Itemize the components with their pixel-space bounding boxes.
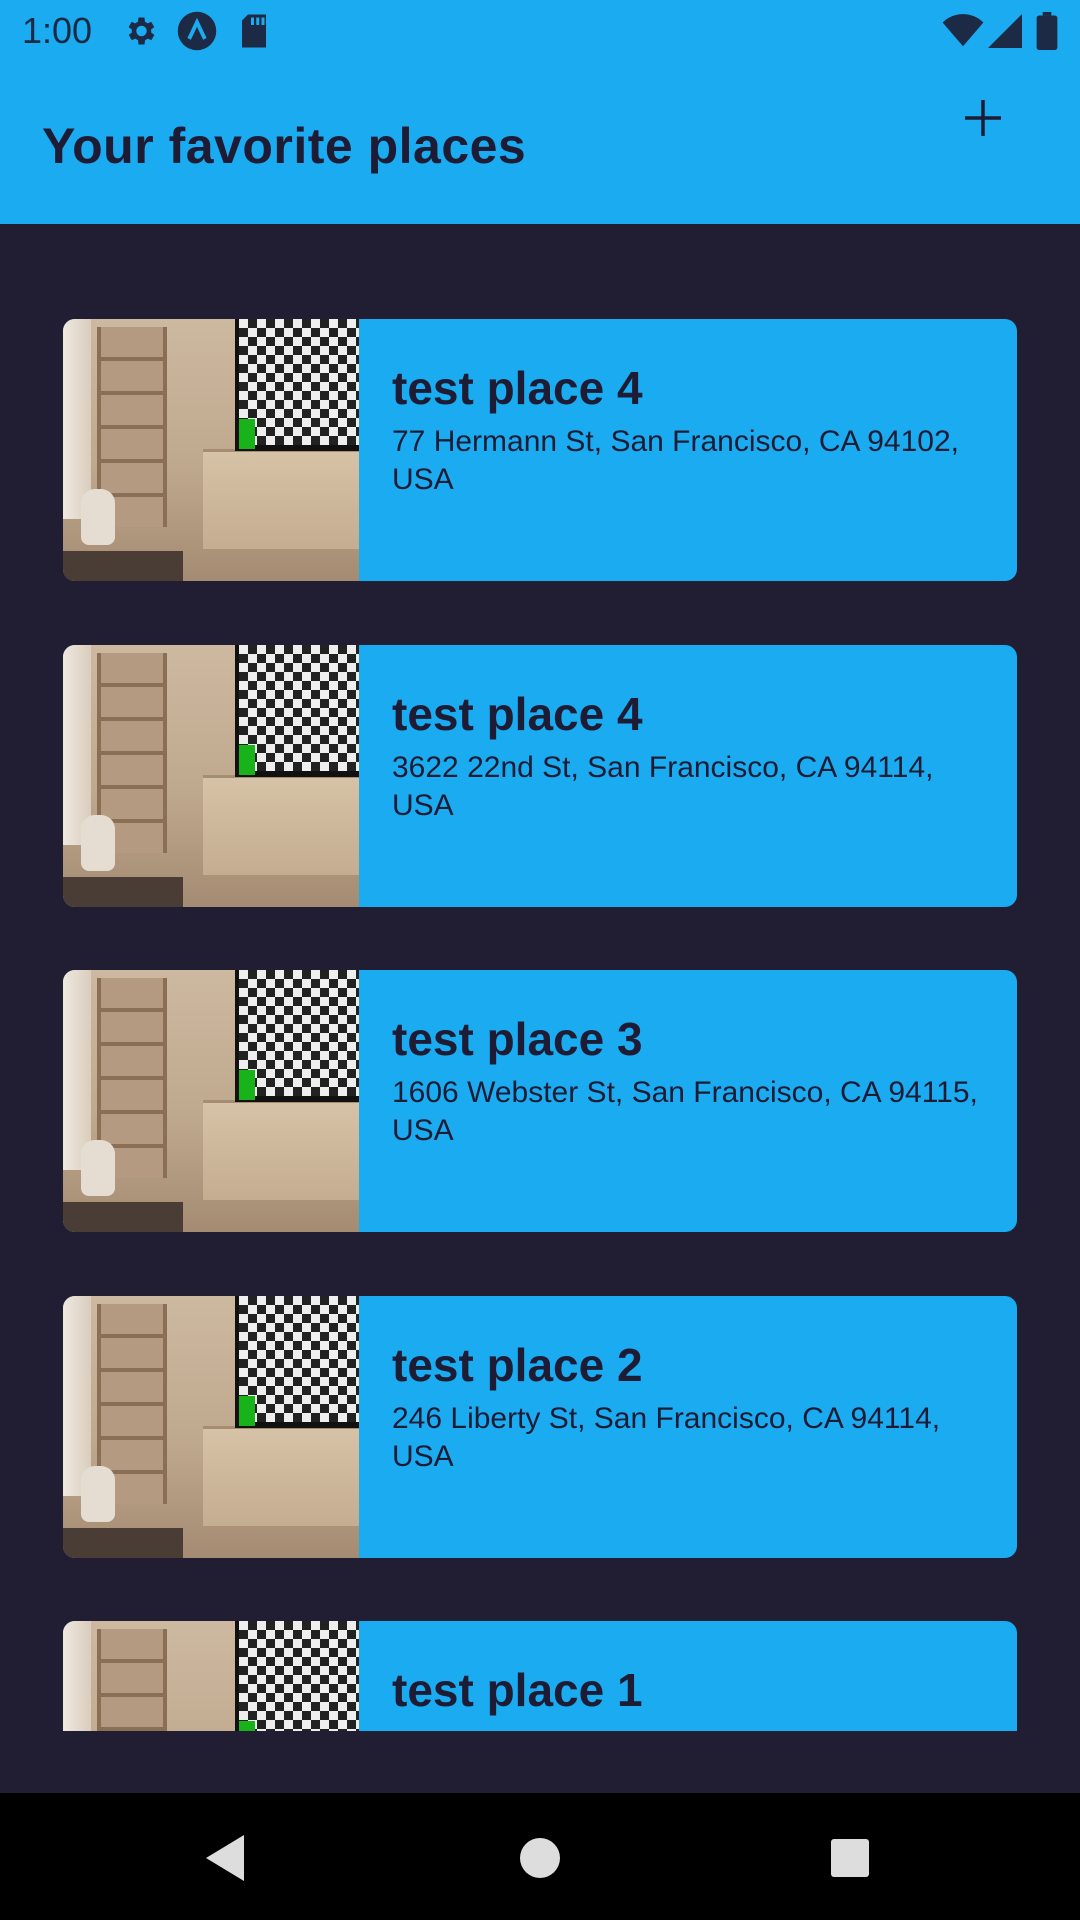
- home-button[interactable]: [505, 1823, 575, 1893]
- gear-icon: [122, 13, 158, 54]
- place-address: 246 Liberty St, San Francisco, CA 94114,…: [392, 1402, 941, 1473]
- plus-icon: [963, 98, 1003, 143]
- places-list[interactable]: test place 4 77 Hermann St, San Francisc…: [0, 224, 1080, 1731]
- place-card[interactable]: test place 1: [63, 1621, 1017, 1731]
- battery-icon: [1036, 12, 1058, 55]
- place-card[interactable]: test place 4 77 Hermann St, San Francisc…: [63, 319, 1017, 581]
- status-time: 1:00: [22, 10, 93, 51]
- status-bar: 1:00: [0, 0, 1080, 63]
- place-card[interactable]: test place 2 246 Liberty St, San Francis…: [63, 1296, 1017, 1558]
- place-address: 77 Hermann St, San Francisco, CA 94102, …: [392, 425, 959, 496]
- place-thumbnail: [63, 1296, 359, 1558]
- place-thumbnail: [63, 1621, 359, 1731]
- page-title: Your favorite places: [42, 118, 527, 174]
- place-thumbnail: [63, 319, 359, 581]
- place-title: test place 1: [392, 1664, 643, 1716]
- app-bar: Your favorite places: [0, 63, 1080, 224]
- place-title: test place 4: [392, 362, 643, 414]
- add-place-button[interactable]: [948, 85, 1018, 155]
- recents-icon: [815, 1839, 885, 1897]
- place-thumbnail: [63, 645, 359, 907]
- back-icon: [190, 1835, 260, 1897]
- app-a-icon: [176, 10, 218, 57]
- place-card[interactable]: test place 4 3622 22nd St, San Francisco…: [63, 645, 1017, 907]
- system-nav-bar: [0, 1793, 1080, 1920]
- place-title: test place 4: [392, 688, 643, 740]
- back-button[interactable]: [190, 1823, 260, 1893]
- place-thumbnail: [63, 970, 359, 1232]
- recents-button[interactable]: [815, 1823, 885, 1893]
- home-icon: [505, 1838, 575, 1897]
- place-address: 3622 22nd St, San Francisco, CA 94114, U…: [392, 751, 934, 822]
- place-title: test place 2: [392, 1339, 643, 1391]
- place-card[interactable]: test place 3 1606 Webster St, San Franci…: [63, 970, 1017, 1232]
- cell-signal-icon: [988, 14, 1022, 53]
- sd-card-icon: [238, 13, 270, 54]
- place-address: 1606 Webster St, San Francisco, CA 94115…: [392, 1076, 978, 1147]
- place-title: test place 3: [392, 1013, 643, 1065]
- wifi-icon: [942, 14, 984, 53]
